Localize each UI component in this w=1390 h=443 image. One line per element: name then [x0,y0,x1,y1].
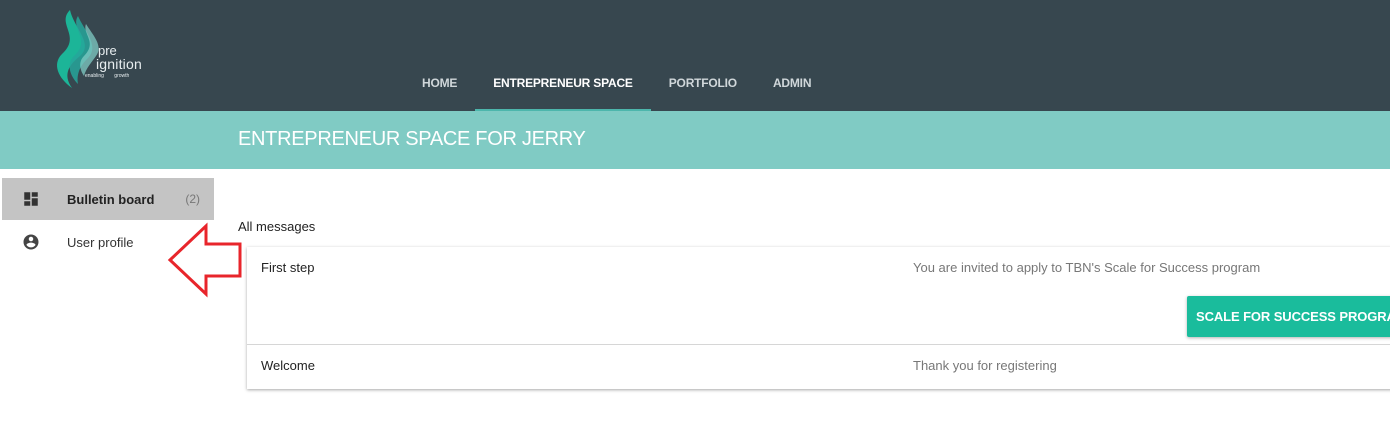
brand-tagline: enabling growth [85,73,130,79]
message-body: Thank you for registering [913,358,1057,373]
tab-entrepreneur-space[interactable]: ENTREPRENEUR SPACE [475,57,651,111]
message-body: You are invited to apply to TBN's Scale … [913,260,1261,275]
page-title: ENTREPRENEUR SPACE FOR JERRY [238,128,586,150]
account-circle-icon [23,234,39,250]
brand-logo[interactable]: pre ignition enabling growth [48,6,148,92]
section-heading: All messages [238,219,316,234]
top-app-bar: pre ignition enabling growth HOME ENTREP… [0,0,1390,111]
scale-for-success-button[interactable]: SCALE FOR SUCCESS PROGRAM [1187,296,1390,337]
brand-name-bottom: ignition [96,56,142,72]
tab-portfolio[interactable]: PORTFOLIO [651,57,755,111]
message-title: First step [261,260,315,275]
list-item[interactable]: Welcome Thank you for registering [247,345,1390,389]
sidebar-item-label: User profile [67,234,134,250]
dashboard-icon [24,192,38,206]
tab-admin[interactable]: ADMIN [755,57,829,111]
message-count-badge: (2) [185,192,200,206]
tab-home[interactable]: HOME [404,57,475,111]
message-title: Welcome [261,358,315,373]
main-nav: HOME ENTREPRENEUR SPACE PORTFOLIO ADMIN [404,57,829,111]
page-banner: ENTREPRENEUR SPACE FOR JERRY [0,111,1390,169]
messages-list: First step You are invited to apply to T… [247,247,1390,389]
sidebar-item-label: Bulletin board [67,191,155,207]
red-arrow-left-icon [167,222,242,298]
sidebar: Bulletin board (2) User profile [0,169,222,443]
brand-wordmark: pre ignition enabling growth [48,6,148,92]
sidebar-item-bulletin-board[interactable]: Bulletin board (2) [2,178,214,220]
list-item[interactable]: First step You are invited to apply to T… [247,247,1390,345]
